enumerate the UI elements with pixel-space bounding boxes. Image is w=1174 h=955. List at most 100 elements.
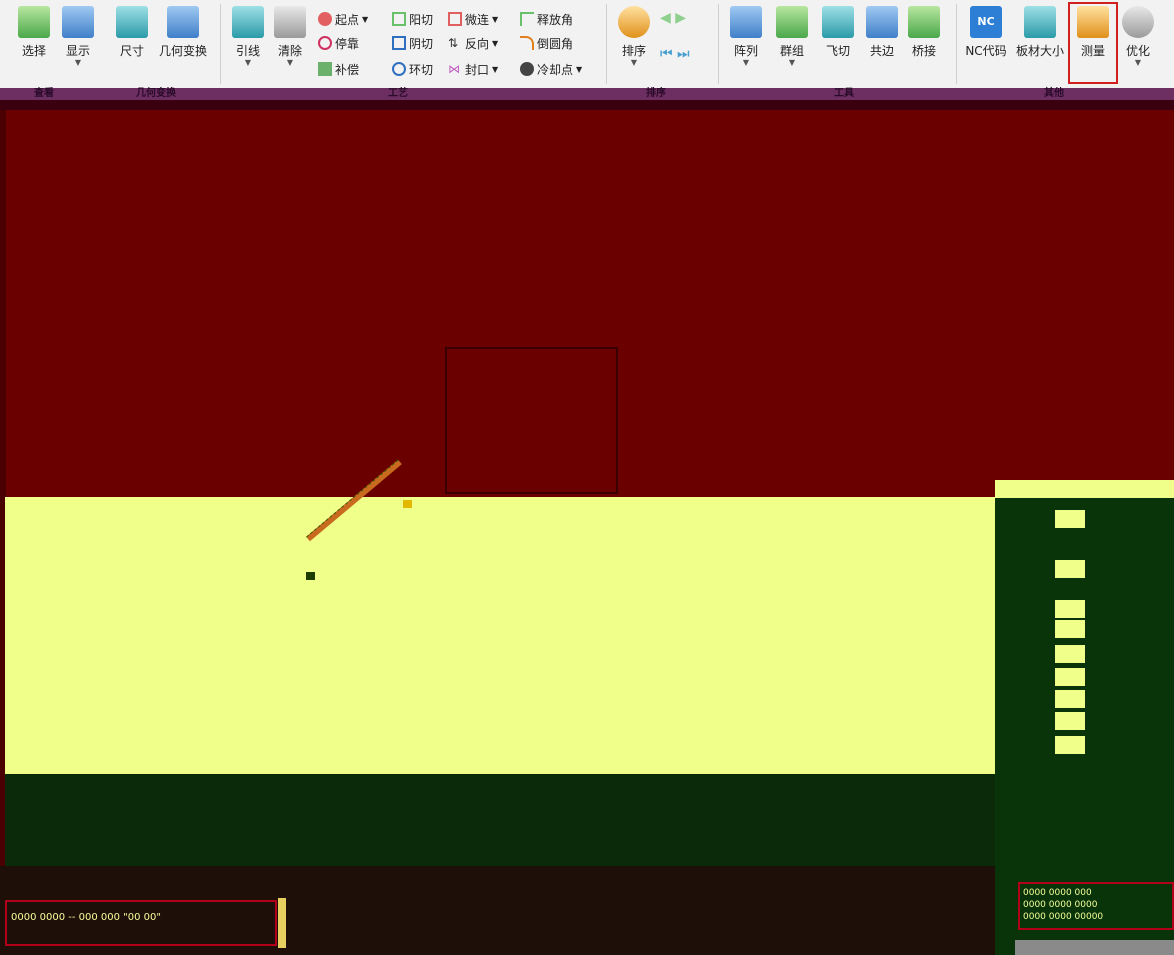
optimize-tool[interactable]: 优化 ▼ bbox=[1118, 6, 1158, 70]
micro-joint-icon bbox=[448, 12, 462, 26]
inner-cut-button[interactable]: 阴切 bbox=[392, 34, 433, 52]
release-angle-button[interactable]: 释放角 bbox=[520, 10, 573, 28]
list-item[interactable] bbox=[1055, 712, 1085, 730]
stop-icon bbox=[318, 36, 332, 50]
list-item[interactable] bbox=[1055, 736, 1085, 754]
optimize-label: 优化 bbox=[1125, 44, 1150, 58]
nc-icon: NC bbox=[970, 6, 1002, 38]
cooling-point-icon bbox=[520, 62, 534, 76]
seal-button[interactable]: ⋈ 封口 ▼ bbox=[448, 60, 498, 78]
status-divider bbox=[278, 898, 286, 948]
micro-joint-label: 微连 bbox=[465, 12, 490, 27]
ring-cut-icon bbox=[392, 62, 406, 76]
ribbon-toolbar: 选择 显示 ▼ 尺寸 几何变换 引线 ▼ 清除 ▼ 起点 ▼ 停靠 补偿 阳切 … bbox=[0, 0, 1174, 89]
sort-icon bbox=[618, 6, 650, 38]
group-tool[interactable]: 群组 ▼ bbox=[772, 6, 812, 70]
measure-end-point[interactable] bbox=[403, 500, 412, 508]
array-tool[interactable]: 阵列 ▼ bbox=[726, 6, 766, 70]
common-edge-label: 共边 bbox=[869, 44, 894, 58]
common-edge-icon bbox=[866, 6, 898, 38]
chevron-down-icon: ▼ bbox=[492, 64, 499, 74]
separator bbox=[606, 4, 607, 84]
bridge-icon bbox=[908, 6, 940, 38]
geometry-tool[interactable]: 几何变换 bbox=[158, 6, 208, 70]
separator bbox=[220, 4, 221, 84]
geometry-label: 几何变换 bbox=[158, 44, 207, 58]
reverse-label: 反向 bbox=[465, 36, 490, 51]
select-grid-icon bbox=[18, 6, 50, 38]
list-item[interactable] bbox=[1055, 690, 1085, 708]
selection-rectangle[interactable] bbox=[445, 347, 618, 494]
prev-icon[interactable]: ◀ ▶ bbox=[660, 10, 686, 26]
trash-icon bbox=[274, 6, 306, 38]
micro-joint-button[interactable]: 微连 ▼ bbox=[448, 10, 498, 28]
chevron-down-icon: ▼ bbox=[362, 14, 369, 24]
chevron-down-icon: ▼ bbox=[576, 64, 583, 74]
group-label-process: 工艺 bbox=[388, 88, 408, 99]
select-tool[interactable]: 选择 bbox=[14, 6, 54, 70]
list-item[interactable] bbox=[1055, 620, 1085, 638]
ring-cut-button[interactable]: 环切 bbox=[392, 60, 433, 78]
bridge-tool[interactable]: 桥接 bbox=[904, 6, 944, 70]
start-point-label: 起点 bbox=[335, 12, 360, 27]
seal-icon: ⋈ bbox=[448, 62, 460, 76]
reverse-button[interactable]: ⇅ 反向 ▼ bbox=[448, 34, 498, 52]
sheet-plate[interactable] bbox=[5, 497, 995, 774]
separator bbox=[718, 4, 719, 84]
right-panel-footer bbox=[1015, 940, 1174, 955]
cooling-point-label: 冷却点 bbox=[537, 62, 574, 77]
clear-tool[interactable]: 清除 ▼ bbox=[270, 6, 310, 70]
group-label: 群组 bbox=[779, 44, 804, 58]
fly-cut-tool[interactable]: 飞切 bbox=[818, 6, 858, 70]
geometry-icon bbox=[167, 6, 199, 38]
readout-row: 0000 0000 000 bbox=[1023, 888, 1092, 898]
chevron-down-icon: ▼ bbox=[74, 58, 82, 67]
list-item[interactable] bbox=[1055, 668, 1085, 686]
stop-button[interactable]: 停靠 bbox=[318, 34, 359, 52]
right-panel-header bbox=[995, 480, 1174, 498]
compensate-icon bbox=[318, 62, 332, 76]
list-item[interactable] bbox=[1055, 600, 1085, 618]
list-item[interactable] bbox=[1055, 560, 1085, 578]
array-icon bbox=[730, 6, 762, 38]
group-label-sort: 排序 bbox=[646, 88, 666, 99]
sort-tool[interactable]: 排序 ▼ bbox=[614, 6, 654, 70]
chevron-down-icon: ▼ bbox=[286, 58, 294, 67]
start-point-button[interactable]: 起点 ▼ bbox=[318, 10, 368, 28]
bridge-label: 桥接 bbox=[911, 44, 936, 58]
list-item[interactable] bbox=[1055, 510, 1085, 528]
clear-label: 清除 bbox=[277, 44, 302, 58]
group-icon bbox=[776, 6, 808, 38]
sort-label: 排序 bbox=[621, 44, 646, 58]
first-last-icon[interactable]: ⏮ ⏭ bbox=[660, 46, 690, 62]
chevron-down-icon: ▼ bbox=[244, 58, 252, 67]
release-angle-icon bbox=[520, 12, 534, 26]
round-corner-button[interactable]: 倒圆角 bbox=[520, 34, 573, 52]
chevron-down-icon: ▼ bbox=[1134, 58, 1142, 67]
nc-code-tool[interactable]: NC NC代码 bbox=[962, 6, 1010, 70]
size-tool[interactable]: 尺寸 bbox=[112, 6, 152, 70]
cooling-point-button[interactable]: 冷却点 ▼ bbox=[520, 60, 582, 78]
group-label-tools: 工具 bbox=[834, 88, 854, 99]
seal-label: 封口 bbox=[465, 62, 490, 77]
release-angle-label: 释放角 bbox=[537, 12, 574, 27]
display-tool[interactable]: 显示 ▼ bbox=[58, 6, 98, 70]
readout-row: 0000 0000 0000 bbox=[1023, 900, 1098, 910]
nc-code-label: NC代码 bbox=[965, 44, 1007, 58]
compensate-label: 补偿 bbox=[335, 62, 360, 77]
list-item[interactable] bbox=[1055, 645, 1085, 663]
chevron-down-icon: ▼ bbox=[492, 38, 499, 48]
size-icon bbox=[116, 6, 148, 38]
compensate-button[interactable]: 补偿 bbox=[318, 60, 359, 78]
leadline-label: 引线 bbox=[235, 44, 260, 58]
separator bbox=[956, 4, 957, 84]
stop-label: 停靠 bbox=[335, 36, 360, 51]
measure-start-point[interactable] bbox=[306, 572, 315, 580]
leadline-tool[interactable]: 引线 ▼ bbox=[228, 6, 268, 70]
outer-cut-button[interactable]: 阳切 bbox=[392, 10, 433, 28]
plate-size-tool[interactable]: 板材大小 bbox=[1014, 6, 1066, 70]
common-edge-tool[interactable]: 共边 bbox=[862, 6, 902, 70]
right-readout-box: 0000 0000 000 0000 0000 0000 0000 0000 0… bbox=[1018, 882, 1174, 930]
measure-highlight-box bbox=[1068, 2, 1118, 84]
gauge-icon bbox=[1122, 6, 1154, 38]
